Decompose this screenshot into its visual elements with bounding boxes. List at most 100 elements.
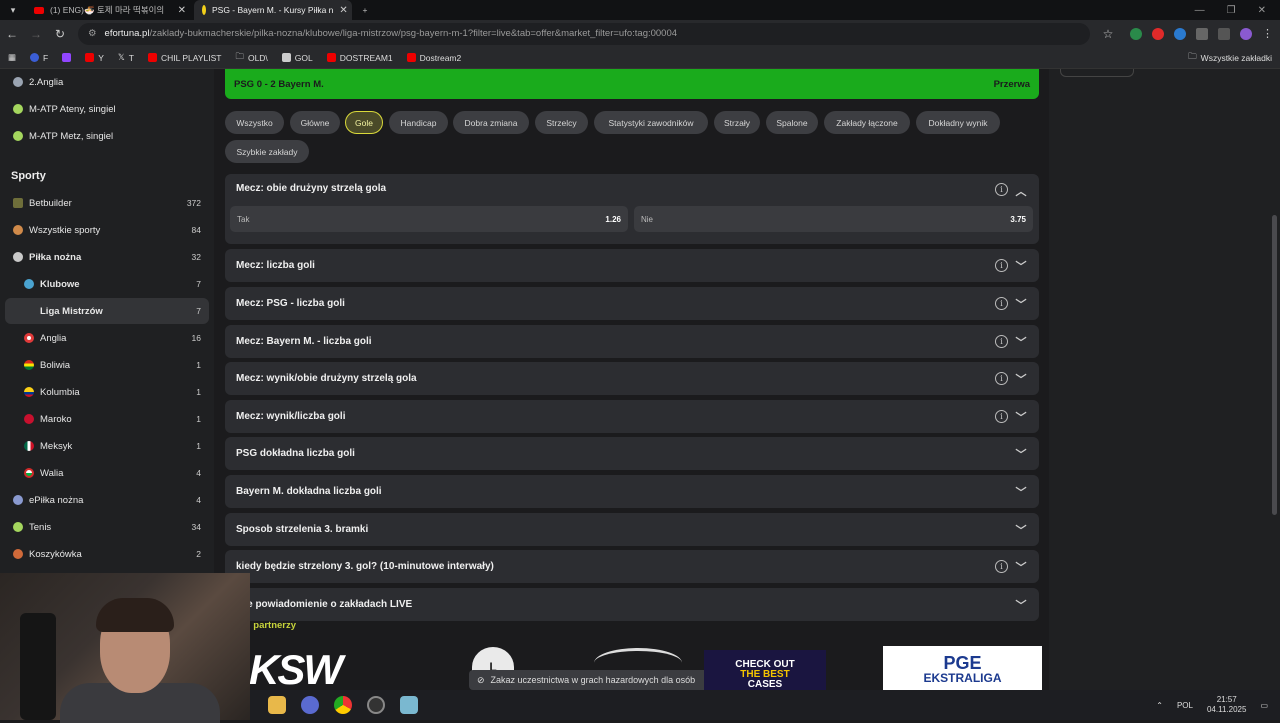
bookmark-dostream1[interactable]: DOSTREAM1 (326, 53, 393, 63)
info-icon[interactable]: i (995, 372, 1008, 385)
sidebar-item-anglia[interactable]: Anglia 16 (0, 325, 214, 351)
chip-handicap[interactable]: Handicap (389, 111, 448, 134)
chip-strzelcy[interactable]: Strzelcy (535, 111, 588, 134)
chip-spalone[interactable]: Spalone (766, 111, 818, 134)
market-powiadomienie-live[interactable]: żne powiadomienie o zakładach LIVE ﹀ (225, 588, 1039, 621)
bookmark-x[interactable]: 𝕏T (118, 52, 134, 63)
market-sposob-strzelenia[interactable]: Sposob strzelenia 3. bramki ﹀ (225, 513, 1039, 546)
sidebar-item-tenis[interactable]: Tenis 34 (0, 514, 214, 540)
pge-ekstraliga-logo[interactable]: PGE EKSTRALIGA (883, 646, 1042, 692)
sidebar-item-wszystkie-sporty[interactable]: Wszystkie sporty 84 (0, 217, 214, 243)
market-wynik-liczba-goli[interactable]: Mecz: wynik/liczba goli i ﹀ (225, 400, 1039, 433)
chip-dokladny-wynik[interactable]: Dokładny wynik (916, 111, 1000, 134)
tab-youtube[interactable]: (1) ENG)🍜 토제 마라 떡볶이의 ✕ (26, 0, 194, 20)
back-icon[interactable]: ← (6, 27, 18, 41)
all-bookmarks[interactable]: 🗀 Wszystkie zakładki (1188, 51, 1272, 65)
betslip-tab[interactable] (1060, 69, 1134, 77)
market-bayern-liczba-goli[interactable]: Mecz: Bayern M. - liczba goli i ﹀ (225, 325, 1039, 358)
info-icon[interactable]: i (995, 335, 1008, 348)
sidebar-item-epilka-nozna[interactable]: ePiłka nożna 4 (0, 487, 214, 513)
info-icon[interactable]: i (995, 410, 1008, 423)
clock[interactable]: 21:57 04.11.2025 (1207, 695, 1246, 714)
ksw-logo[interactable]: KSW (249, 649, 379, 691)
sidebar-item-2-anglia[interactable]: 2.Anglia (0, 69, 214, 95)
sidebar-item-klubowe[interactable]: Klubowe 7 (0, 271, 214, 297)
media-icon[interactable] (1218, 27, 1230, 40)
sidebar-item-walia[interactable]: Walia 4 (0, 460, 214, 486)
chip-statystyki-zawodnikow[interactable]: Statystyki zawodników (594, 111, 708, 134)
bookmark-chil-playlist[interactable]: CHIL PLAYLIST (147, 53, 221, 63)
sidebar-item-maroko[interactable]: Maroko 1 (0, 406, 214, 432)
market-wynik-obie-druzyny[interactable]: Mecz: wynik/obie drużyny strzelą gola i ﹀ (225, 362, 1039, 395)
file-explorer-icon[interactable] (268, 696, 286, 714)
info-icon[interactable]: i (995, 259, 1008, 272)
sidebar-item-atp-metz[interactable]: M-ATP Metz, singiel (0, 123, 214, 149)
chevron-down-icon[interactable]: ﹀ (1014, 296, 1028, 312)
new-tab-button[interactable]: + (352, 0, 378, 20)
bookmark-youtube[interactable]: Y (85, 53, 104, 63)
chevron-down-icon[interactable]: ﹀ (1014, 522, 1028, 538)
sidebar-item-betbuilder[interactable]: Betbuilder 372 (0, 190, 214, 216)
sidebar-item-kolumbia[interactable]: Kolumbia 1 (0, 379, 214, 405)
chevron-down-icon[interactable]: ﹀ (1014, 409, 1028, 425)
extension-icon[interactable] (1174, 27, 1186, 40)
odds-button-tak[interactable]: Tak 1.26 (230, 206, 628, 232)
chevron-up-icon[interactable]: ︿ (1014, 183, 1028, 199)
market-kiedy-3-gol[interactable]: kiedy będzie strzelony 3. gol? (10-minut… (225, 550, 1039, 583)
sidebar-item-atp-ateny[interactable]: M-ATP Ateny, singiel (0, 96, 214, 122)
chevron-down-icon[interactable]: ﹀ (1014, 258, 1028, 274)
close-window-icon[interactable]: ✕ (1258, 5, 1266, 16)
chrome-icon[interactable] (334, 696, 352, 714)
tab-efortuna[interactable]: PSG - Bayern M. - Kursy Piłka n ✕ (194, 0, 352, 20)
bookmark-old[interactable]: 🗀 OLD\ (235, 51, 267, 65)
sidebar-item-koszykowka[interactable]: Koszykówka 2 (0, 541, 214, 567)
chip-szybkie-zaklady[interactable]: Szybkie zakłady (225, 140, 309, 163)
market-bayern-dokladna[interactable]: Bayern M. dokładna liczba goli ﹀ (225, 475, 1039, 508)
site-info-icon[interactable]: ⚙ (88, 28, 97, 39)
market-psg-liczba-goli[interactable]: Mecz: PSG - liczba goli i ﹀ (225, 287, 1039, 320)
chevron-down-icon[interactable]: ﹀ (1014, 446, 1028, 462)
address-bar[interactable]: ⚙ efortuna.pl/zaklady-bukmacherskie/pilk… (78, 22, 1090, 45)
minimize-icon[interactable]: — (1195, 5, 1205, 16)
chevron-down-icon[interactable]: ﹀ (1014, 371, 1028, 387)
close-icon[interactable]: ✕ (178, 5, 186, 16)
discord-icon[interactable] (301, 696, 319, 714)
notification-icon[interactable]: ▭ (1260, 701, 1268, 710)
tab-search-button[interactable]: ▾ (0, 0, 26, 20)
sidebar-item-boliwia[interactable]: Boliwia 1 (0, 352, 214, 378)
bookmark-facebook[interactable]: F (30, 53, 48, 63)
extension-icon[interactable] (1152, 27, 1164, 40)
forward-icon[interactable]: → (30, 27, 42, 41)
close-icon[interactable]: ✕ (339, 5, 347, 16)
market-liczba-goli[interactable]: Mecz: liczba goli i ﹀ (225, 249, 1039, 282)
market-psg-dokladna[interactable]: PSG dokładna liczba goli ﹀ (225, 437, 1039, 470)
chip-dobra-zmiana[interactable]: Dobra zmiana (453, 111, 529, 134)
bookmark-star-icon[interactable]: ☆ (1102, 27, 1114, 41)
obs-icon[interactable] (367, 696, 385, 714)
info-icon[interactable]: i (995, 560, 1008, 573)
info-icon[interactable]: i (995, 297, 1008, 310)
extension-icon[interactable] (1130, 27, 1142, 40)
chevron-down-icon[interactable]: ﹀ (1014, 597, 1028, 613)
chip-zaklady-laczone[interactable]: Zakłady łączone (824, 111, 910, 134)
reload-icon[interactable]: ↻ (54, 27, 66, 41)
app-icon[interactable] (400, 696, 418, 714)
chip-strzaly[interactable]: Strzały (714, 111, 760, 134)
sidebar-item-liga-mistrzow[interactable]: Liga Mistrzów 7 (5, 298, 209, 324)
restore-icon[interactable]: ❐ (1227, 5, 1236, 16)
menu-icon[interactable]: ⋮ (1262, 28, 1274, 40)
apps-icon[interactable]: ▦ (8, 52, 16, 63)
page-scrollbar[interactable] (1272, 215, 1277, 515)
puzzle-icon[interactable] (1196, 27, 1208, 40)
sidebar-item-meksyk[interactable]: Meksyk 1 (0, 433, 214, 459)
avatar[interactable] (1240, 27, 1252, 40)
info-icon[interactable]: i (995, 183, 1008, 196)
odds-button-nie[interactable]: Nie 3.75 (634, 206, 1033, 232)
chevron-down-icon[interactable]: ﹀ (1014, 334, 1028, 350)
chevron-down-icon[interactable]: ﹀ (1014, 559, 1028, 575)
market-title[interactable]: Mecz: obie drużyny strzelą gola (236, 183, 995, 194)
bookmark-dostream2[interactable]: Dostream2 (406, 53, 461, 63)
bookmark-gol[interactable]: GOL (281, 53, 313, 63)
chevron-down-icon[interactable]: ﹀ (1014, 484, 1028, 500)
chevron-up-icon[interactable]: ⌃ (1156, 701, 1163, 710)
